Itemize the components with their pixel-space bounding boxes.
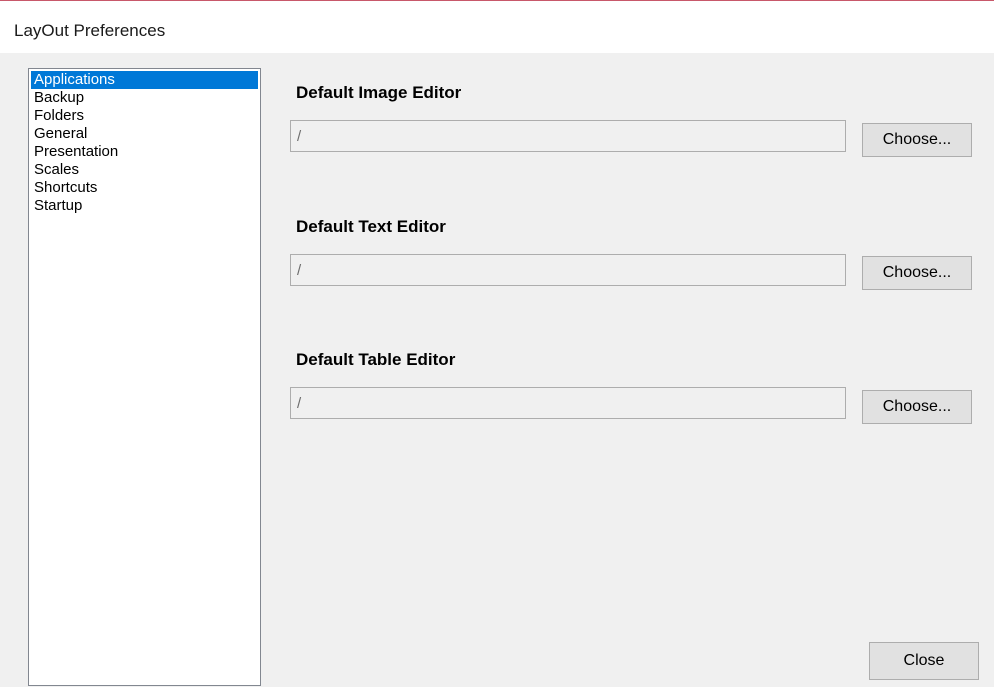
category-item-startup[interactable]: Startup xyxy=(31,197,258,215)
image-editor-path-field[interactable] xyxy=(290,120,846,152)
close-button[interactable]: Close xyxy=(869,642,979,680)
text-editor-heading: Default Text Editor xyxy=(296,217,446,236)
category-item-applications[interactable]: Applications xyxy=(31,71,258,89)
category-item-scales[interactable]: Scales xyxy=(31,161,258,179)
table-editor-heading: Default Table Editor xyxy=(296,350,456,369)
preferences-window: LayOut Preferences Applications Backup F… xyxy=(0,0,994,687)
text-editor-path-field[interactable] xyxy=(290,254,846,286)
image-editor-choose-button[interactable]: Choose... xyxy=(862,123,972,157)
category-item-backup[interactable]: Backup xyxy=(31,89,258,107)
image-editor-heading: Default Image Editor xyxy=(296,83,462,102)
category-item-folders[interactable]: Folders xyxy=(31,107,258,125)
window-title: LayOut Preferences xyxy=(14,21,166,40)
category-item-shortcuts[interactable]: Shortcuts xyxy=(31,179,258,197)
category-list[interactable]: Applications Backup Folders General Pres… xyxy=(28,68,261,686)
text-editor-choose-button[interactable]: Choose... xyxy=(862,256,972,290)
table-editor-path-field[interactable] xyxy=(290,387,846,419)
dialog-body: Applications Backup Folders General Pres… xyxy=(0,53,994,687)
category-item-presentation[interactable]: Presentation xyxy=(31,143,258,161)
table-editor-choose-button[interactable]: Choose... xyxy=(862,390,972,424)
category-item-general[interactable]: General xyxy=(31,125,258,143)
title-bar[interactable]: LayOut Preferences xyxy=(0,1,994,53)
